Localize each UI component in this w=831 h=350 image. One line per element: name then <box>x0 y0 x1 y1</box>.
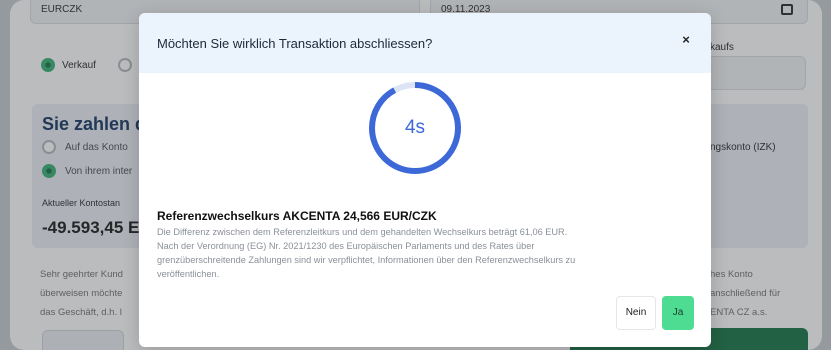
rate-desc-line: Nach der Verordnung (EG) Nr. 2021/1230 d… <box>157 241 535 251</box>
rate-desc-line: veröffentlichen. <box>157 269 220 279</box>
dialog-header: Möchten Sie wirklich Transaktion abschli… <box>139 13 711 73</box>
reference-rate-title: Referenzwechselkurs AKCENTA 24,566 EUR/C… <box>157 209 437 223</box>
dialog-title: Möchten Sie wirklich Transaktion abschli… <box>157 36 433 51</box>
countdown-text: 4s <box>404 117 426 138</box>
close-icon[interactable]: × <box>675 29 697 51</box>
yes-button[interactable]: Ja <box>662 296 694 330</box>
rate-desc-line: Die Differenz zwischen dem Referenzleitk… <box>157 227 568 237</box>
no-button[interactable]: Nein <box>616 296 656 330</box>
rate-desc-line: grenzüberschreitende Zahlungen sind wir … <box>157 255 576 265</box>
confirm-dialog: Möchten Sie wirklich Transaktion abschli… <box>139 13 711 347</box>
reference-rate-description: Die Differenz zwischen dem Referenzleitk… <box>157 225 687 281</box>
countdown-timer: 4s <box>367 80 463 176</box>
